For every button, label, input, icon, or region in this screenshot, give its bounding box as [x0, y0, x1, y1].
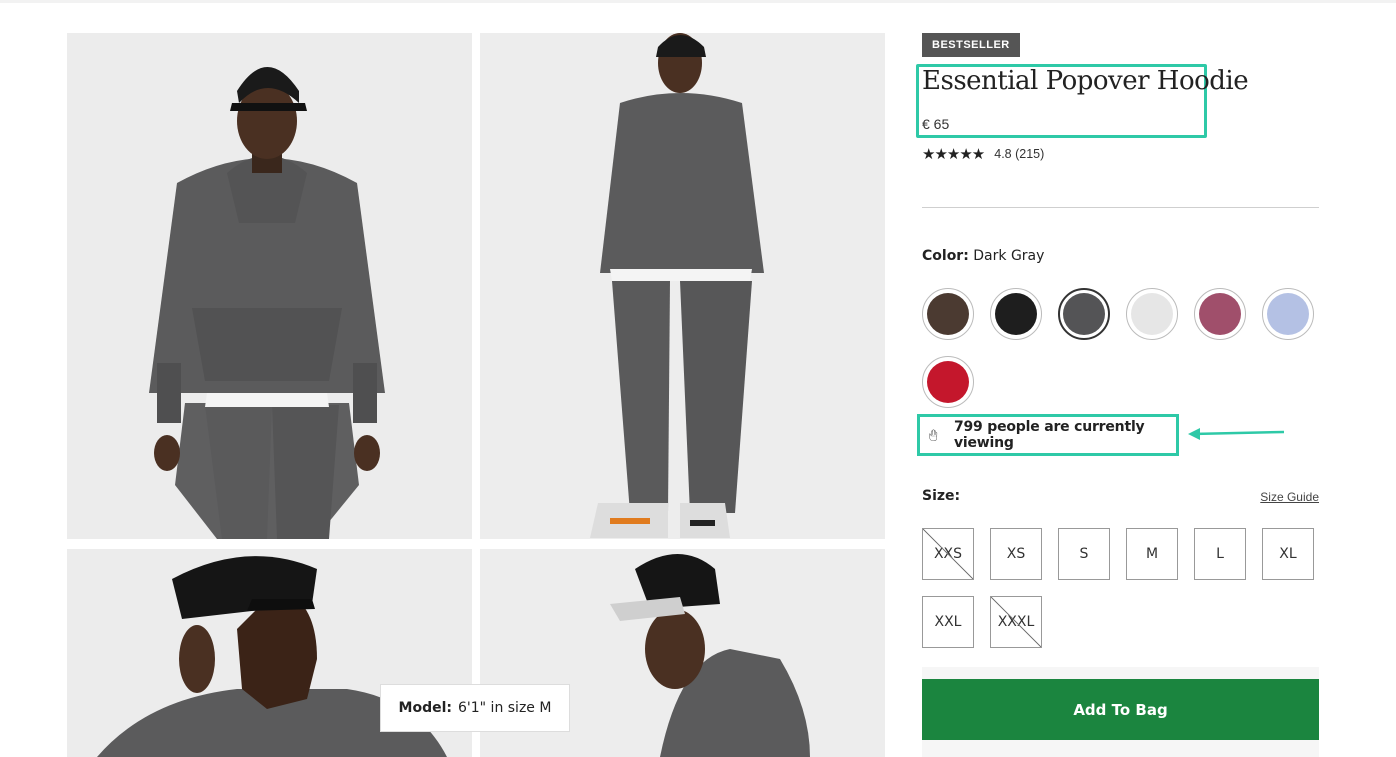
annotation-arrow-icon [1188, 428, 1285, 440]
product-gallery [67, 33, 885, 757]
product-info-panel: BESTSELLER Essential Popover Hoodie € 65… [916, 0, 1322, 757]
product-photo-full-length[interactable] [480, 33, 885, 539]
color-swatch-dark-gray[interactable] [1058, 288, 1110, 340]
product-price: € 65 [922, 116, 950, 132]
color-swatch-black[interactable] [990, 288, 1042, 340]
model-label: Model: [398, 700, 452, 716]
size-option-xl[interactable]: XL [1262, 528, 1314, 580]
hand-icon: 🤚︎ [926, 429, 940, 442]
product-rating[interactable]: ★★★★★ 4.8 (215) [922, 145, 1044, 163]
divider [922, 207, 1319, 208]
bestseller-badge: BESTSELLER [922, 33, 1020, 57]
model-size-text: 6'1" in size M [458, 700, 552, 716]
size-option-xxs[interactable]: XXS [922, 528, 974, 580]
size-guide-link[interactable]: Size Guide [1260, 490, 1319, 504]
size-label: Size: [922, 488, 961, 504]
model-size-tag: Model: 6'1" in size M [380, 684, 570, 732]
color-swatch-mauve[interactable] [1194, 288, 1246, 340]
rating-stars-icon: ★★★★★ [922, 145, 985, 163]
viewing-indicator: 🤚︎ 799 people are currently viewing [917, 414, 1179, 456]
rating-text: 4.8 (215) [994, 147, 1045, 161]
color-swatch-lavender[interactable] [1262, 288, 1314, 340]
size-option-m[interactable]: M [1126, 528, 1178, 580]
color-swatch-red[interactable] [922, 356, 974, 408]
color-label: Color: Dark Gray [922, 248, 1045, 264]
size-option-s[interactable]: S [1058, 528, 1110, 580]
color-swatch-light-gray[interactable] [1126, 288, 1178, 340]
product-title: Essential Popover Hoodie [922, 66, 1249, 96]
viewing-text: 799 people are currently viewing [953, 419, 1145, 451]
size-option-l[interactable]: L [1194, 528, 1246, 580]
size-option-xs[interactable]: XS [990, 528, 1042, 580]
add-to-bag-button[interactable]: Add To Bag [922, 679, 1319, 740]
color-swatch-brown[interactable] [922, 288, 974, 340]
size-option-xxxl[interactable]: XXXL [990, 596, 1042, 648]
size-option-xxl[interactable]: XXL [922, 596, 974, 648]
product-photo-front[interactable] [67, 33, 472, 539]
selected-color-name: Dark Gray [973, 248, 1045, 264]
